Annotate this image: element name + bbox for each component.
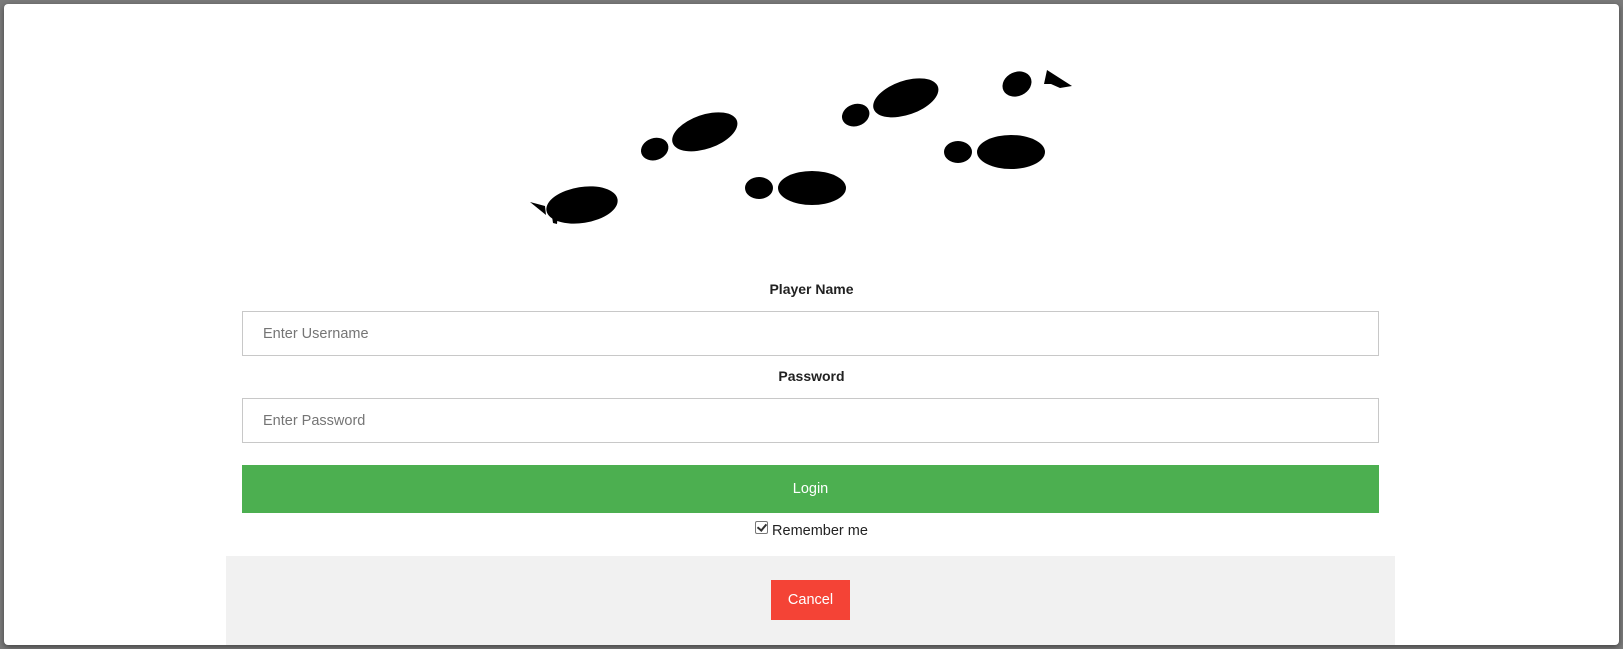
footprint-2-icon bbox=[635, 104, 743, 170]
password-label: Password bbox=[778, 368, 845, 384]
footprint-6-icon bbox=[1002, 70, 1072, 97]
cancel-button[interactable]: Cancel bbox=[771, 580, 850, 620]
footprint-4-icon bbox=[836, 70, 944, 136]
password-input[interactable] bbox=[242, 398, 1379, 443]
remember-me-row: Remember me bbox=[4, 521, 1619, 539]
footprints-logo bbox=[530, 70, 1072, 224]
footprint-1-icon bbox=[530, 186, 618, 224]
username-input[interactable] bbox=[242, 311, 1379, 356]
footprint-3-icon bbox=[745, 171, 846, 205]
remember-me-label[interactable]: Remember me bbox=[772, 523, 868, 539]
footprint-5-icon bbox=[944, 135, 1045, 169]
remember-me-checkbox[interactable] bbox=[755, 521, 769, 534]
modal-footer: Cancel bbox=[226, 556, 1395, 645]
login-button[interactable]: Login bbox=[242, 465, 1379, 513]
username-label: Player Name bbox=[769, 281, 854, 297]
login-modal: Player Name Password Login Remember me C… bbox=[4, 4, 1619, 645]
